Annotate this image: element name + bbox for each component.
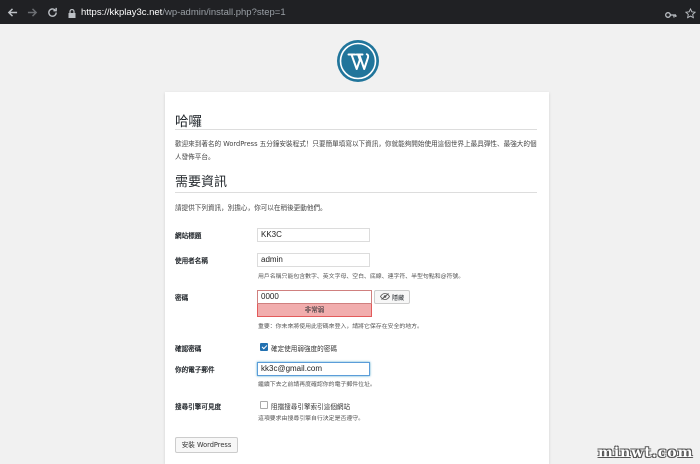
site-title-input[interactable]: KK3C — [257, 228, 370, 242]
intro-text: 歡迎來到著名的 WordPress 五分鐘安裝程式！只要簡單填寫以下資訊，你就能… — [175, 140, 537, 161]
url-path: /wp-admin/install.php?step=1 — [162, 6, 286, 18]
email-input[interactable]: kk3c@gmail.com — [257, 362, 370, 376]
lock-icon — [68, 3, 76, 22]
username-label: 使用者名稱 — [175, 257, 208, 265]
discourage-search-text: 阻擋搜尋引擎索引這個網站 — [271, 403, 351, 411]
browser-toolbar: https://kkplay3c.net/wp-admin/install.ph… — [0, 0, 700, 24]
email-label: 你的電子郵件 — [175, 366, 215, 374]
password-strength-meter: 非常弱 — [257, 304, 372, 317]
username-description: 用戶名稱只能包含數字、英文字母、空白、底線、連字符、半型句點和@符號。 — [258, 274, 465, 280]
divider — [175, 129, 537, 130]
search-description: 這項要求由搜尋引擎自行決定是否遵守。 — [258, 416, 365, 422]
email-description: 繼續下去之前請再度確認你的電子郵件位址。 — [258, 382, 376, 388]
forward-arrow-icon[interactable] — [24, 4, 40, 20]
back-arrow-icon[interactable] — [4, 4, 20, 20]
star-icon[interactable] — [684, 4, 697, 23]
page-title: 哈囉 — [175, 114, 202, 130]
confirm-weak-password-text: 確定使用弱強度的密碼 — [271, 345, 337, 353]
wordpress-logo-icon[interactable] — [336, 39, 380, 83]
password-input[interactable]: 0000 — [257, 290, 372, 304]
divider — [175, 192, 537, 193]
url-host: https://kkplay3c.net — [81, 6, 163, 18]
password-note: 重要：你未來將使用此密碼來登入，請將它保存在安全的地方。 — [258, 324, 423, 330]
url-text: https://kkplay3c.net/wp-admin/install.ph… — [81, 7, 286, 18]
confirm-weak-password-checkbox[interactable] — [260, 343, 268, 351]
section-heading: 需要資訊 — [175, 175, 228, 190]
discourage-search-checkbox[interactable] — [260, 401, 268, 409]
reload-icon[interactable] — [44, 4, 60, 20]
hide-button-label: 隱藏 — [391, 294, 405, 302]
address-bar[interactable]: https://kkplay3c.net/wp-admin/install.ph… — [68, 3, 286, 21]
eye-slash-icon — [379, 292, 390, 302]
hide-password-button[interactable]: 隱藏 — [374, 290, 410, 304]
search-visibility-label: 搜尋引擎可見度 — [175, 403, 222, 411]
section-intro-text: 請提供下列資訊，別擔心，你可以在稍後更動他們。 — [175, 204, 327, 212]
install-wordpress-button[interactable]: 安裝 WordPress — [175, 437, 238, 453]
username-input[interactable]: admin — [257, 253, 370, 267]
password-label: 密碼 — [175, 294, 189, 302]
watermark: minwt.com — [598, 445, 694, 461]
confirm-password-label: 確認密碼 — [175, 345, 202, 353]
key-icon[interactable] — [665, 4, 677, 23]
site-title-label: 網站標題 — [175, 232, 202, 240]
